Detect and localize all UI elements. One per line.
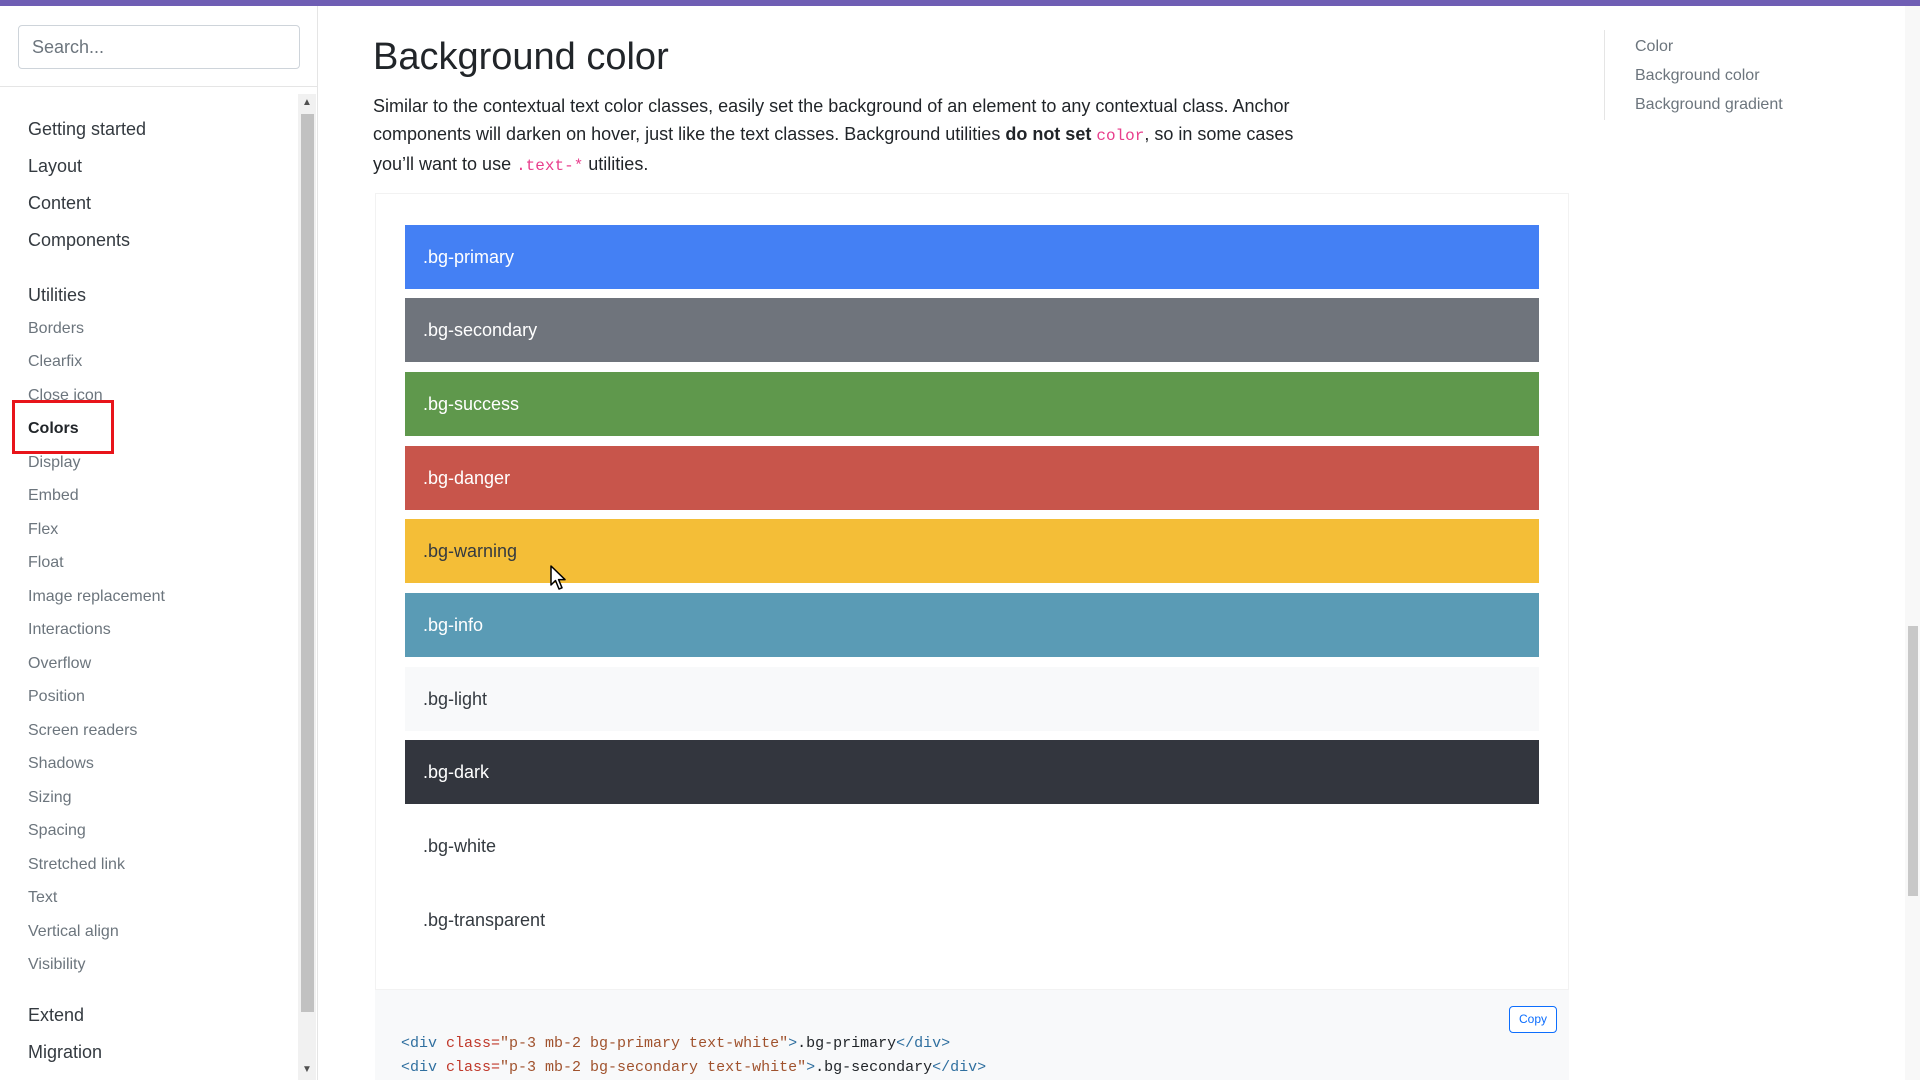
swatch-bg-dark: .bg-dark xyxy=(405,740,1539,804)
sidebar-item-spacing[interactable]: Spacing xyxy=(28,822,86,840)
code-attr-value: "p-3 mb-2 bg-secondary text-white" xyxy=(500,1059,807,1076)
sidebar-item-borders[interactable]: Borders xyxy=(28,320,84,338)
swatch-bg-secondary: .bg-secondary xyxy=(405,298,1539,362)
sidebar-item-flex[interactable]: Flex xyxy=(28,521,58,539)
swatch-bg-white: .bg-white xyxy=(405,814,1539,878)
swatch-bg-transparent: .bg-transparent xyxy=(423,910,546,930)
intro-code-color: color xyxy=(1096,127,1145,145)
page-scrollbar-track[interactable] xyxy=(1905,6,1920,1080)
toc-link-color[interactable]: Color xyxy=(1635,38,1673,56)
sidebar-item-shadows[interactable]: Shadows xyxy=(28,755,94,773)
swatch-bg-info: .bg-info xyxy=(405,593,1539,657)
triangle-down-icon[interactable]: ▼ xyxy=(298,1061,316,1079)
nav-group-components[interactable]: Components xyxy=(28,230,130,251)
swatch-bg-warning: .bg-warning xyxy=(405,519,1539,583)
sidebar-item-screen-readers[interactable]: Screen readers xyxy=(28,722,137,740)
sidebar-nav: Getting started Layout Content Component… xyxy=(0,88,298,1080)
triangle-up-icon[interactable]: ▲ xyxy=(298,94,316,112)
swatch-bg-light: .bg-light xyxy=(405,667,1539,731)
toc-link-background-gradient[interactable]: Background gradient xyxy=(1635,96,1783,114)
table-of-contents: Color Background color Background gradie… xyxy=(1604,30,1864,120)
sidebar-item-vertical-align[interactable]: Vertical align xyxy=(28,923,119,941)
sidebar-item-float[interactable]: Float xyxy=(28,554,64,572)
sidebar-item-display[interactable]: Display xyxy=(28,454,80,472)
intro-bold: do not set xyxy=(1005,124,1092,144)
sidebar-item-text[interactable]: Text xyxy=(28,889,57,907)
sidebar-item-interactions[interactable]: Interactions xyxy=(28,621,111,639)
code-text: .bg-secondary xyxy=(815,1059,933,1076)
nav-group-layout[interactable]: Layout xyxy=(28,156,82,177)
page-title: Background color xyxy=(373,36,669,78)
sidebar: Getting started Layout Content Component… xyxy=(0,6,318,1080)
sidebar-item-position[interactable]: Position xyxy=(28,688,85,706)
nav-group-content[interactable]: Content xyxy=(28,193,91,214)
swatch-bg-primary: .bg-primary xyxy=(405,225,1539,289)
nav-group-migration[interactable]: Migration xyxy=(28,1042,102,1063)
sidebar-item-clearfix[interactable]: Clearfix xyxy=(28,353,82,371)
intro-paragraph: Similar to the contextual text color cla… xyxy=(373,92,1333,180)
code-attr-value: "p-3 mb-2 bg-primary text-white" xyxy=(500,1035,789,1052)
code-attr: class= xyxy=(437,1059,501,1076)
code-attr: class= xyxy=(437,1035,501,1052)
nav-group-utilities[interactable]: Utilities xyxy=(28,285,86,306)
code-tag-close: </div> xyxy=(896,1035,951,1052)
sidebar-item-overflow[interactable]: Overflow xyxy=(28,655,91,673)
search-input[interactable] xyxy=(18,25,300,69)
swatch-bg-danger: .bg-danger xyxy=(405,446,1539,510)
code-text: .bg-primary xyxy=(797,1035,897,1052)
sidebar-item-image-replacement[interactable]: Image replacement xyxy=(28,588,165,606)
code-tag-open: <div xyxy=(401,1035,438,1052)
code-line: <div class="p-3 mb-2 bg-secondary text-w… xyxy=(401,1059,986,1076)
highlight-box xyxy=(12,400,114,454)
toc-link-background-color[interactable]: Background color xyxy=(1635,67,1760,85)
code-tag-close: </div> xyxy=(932,1059,987,1076)
code-tag-open: <div xyxy=(401,1059,438,1076)
search-box xyxy=(18,25,300,69)
sidebar-item-visibility[interactable]: Visibility xyxy=(28,956,86,974)
swatch-bg-success: .bg-success xyxy=(405,372,1539,436)
sidebar-item-stretched-link[interactable]: Stretched link xyxy=(28,856,125,874)
sidebar-item-sizing[interactable]: Sizing xyxy=(28,789,72,807)
intro-code-text: .text-* xyxy=(516,157,584,175)
code-block: Copy <div class="p-3 mb-2 bg-primary tex… xyxy=(375,990,1569,1080)
nav-group-getting-started[interactable]: Getting started xyxy=(28,119,146,140)
sidebar-divider xyxy=(0,86,318,87)
code-gt: > xyxy=(806,1059,816,1076)
code-gt: > xyxy=(788,1035,798,1052)
copy-button[interactable]: Copy xyxy=(1509,1006,1557,1033)
nav-group-extend[interactable]: Extend xyxy=(28,1005,84,1026)
code-line: <div class="p-3 mb-2 bg-primary text-whi… xyxy=(401,1035,950,1052)
intro-text-part3: utilities. xyxy=(583,154,649,174)
page-scrollbar-thumb[interactable] xyxy=(1908,626,1918,896)
sidebar-item-embed[interactable]: Embed xyxy=(28,487,79,505)
sidebar-scrollbar-thumb[interactable] xyxy=(301,114,314,1012)
mouse-pointer-icon xyxy=(550,565,568,596)
